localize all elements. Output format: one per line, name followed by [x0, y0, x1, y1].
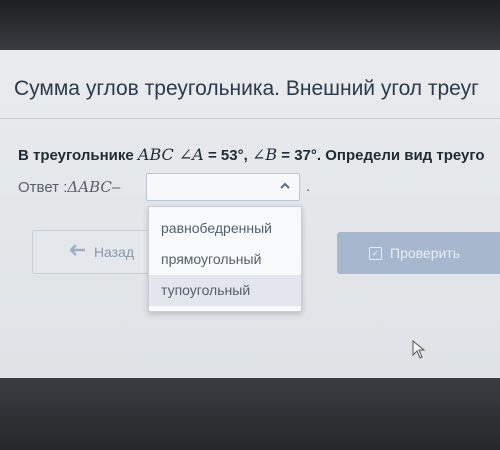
- dropdown-option[interactable]: тупоугольный: [149, 275, 301, 306]
- angle-symbol: ∠: [173, 145, 193, 164]
- angle-a-value: = 53°,: [203, 147, 252, 164]
- back-button-label: Назад: [93, 244, 135, 260]
- monitor-bezel-top: [0, 0, 500, 52]
- dropdown-option[interactable]: прямоугольный: [149, 244, 301, 275]
- question-text: В треугольнике ABC ∠A = 53°, ∠B = 37°. О…: [18, 145, 485, 164]
- answer-row: Ответ : Δ ABC –: [18, 172, 120, 202]
- answer-triangle: ABC: [78, 178, 112, 196]
- checkbox-icon: ✓: [369, 246, 382, 260]
- answer-label: Ответ :: [18, 178, 68, 196]
- chevron-up-icon[interactable]: [279, 179, 291, 195]
- arrow-left-icon: [69, 243, 86, 261]
- mouse-cursor-icon: [412, 339, 426, 365]
- angle-a-name: A: [192, 145, 204, 164]
- check-button[interactable]: ✓ Проверить: [337, 232, 500, 274]
- dropdown-option[interactable]: равнобедренный: [149, 213, 301, 244]
- angle-b-name: B: [265, 145, 278, 164]
- triangle-name: ABC: [137, 145, 174, 164]
- check-button-label: Проверить: [390, 245, 461, 261]
- angle-b-value: = 37°. Определи вид треуго: [277, 147, 485, 164]
- answer-period: .: [306, 178, 311, 195]
- answer-dash: –: [111, 178, 121, 196]
- divider: [0, 118, 500, 119]
- page-title: Сумма углов треугольника. Внешний угол т…: [14, 77, 479, 100]
- delta-symbol: Δ: [67, 178, 79, 196]
- angle-symbol: ∠: [251, 145, 266, 164]
- dropdown-menu: равнобедренный прямоугольный тупоугольны…: [148, 206, 302, 312]
- question-prefix: В треугольнике: [18, 147, 138, 164]
- monitor-bezel-bottom: [0, 378, 500, 450]
- answer-select[interactable]: [146, 173, 300, 201]
